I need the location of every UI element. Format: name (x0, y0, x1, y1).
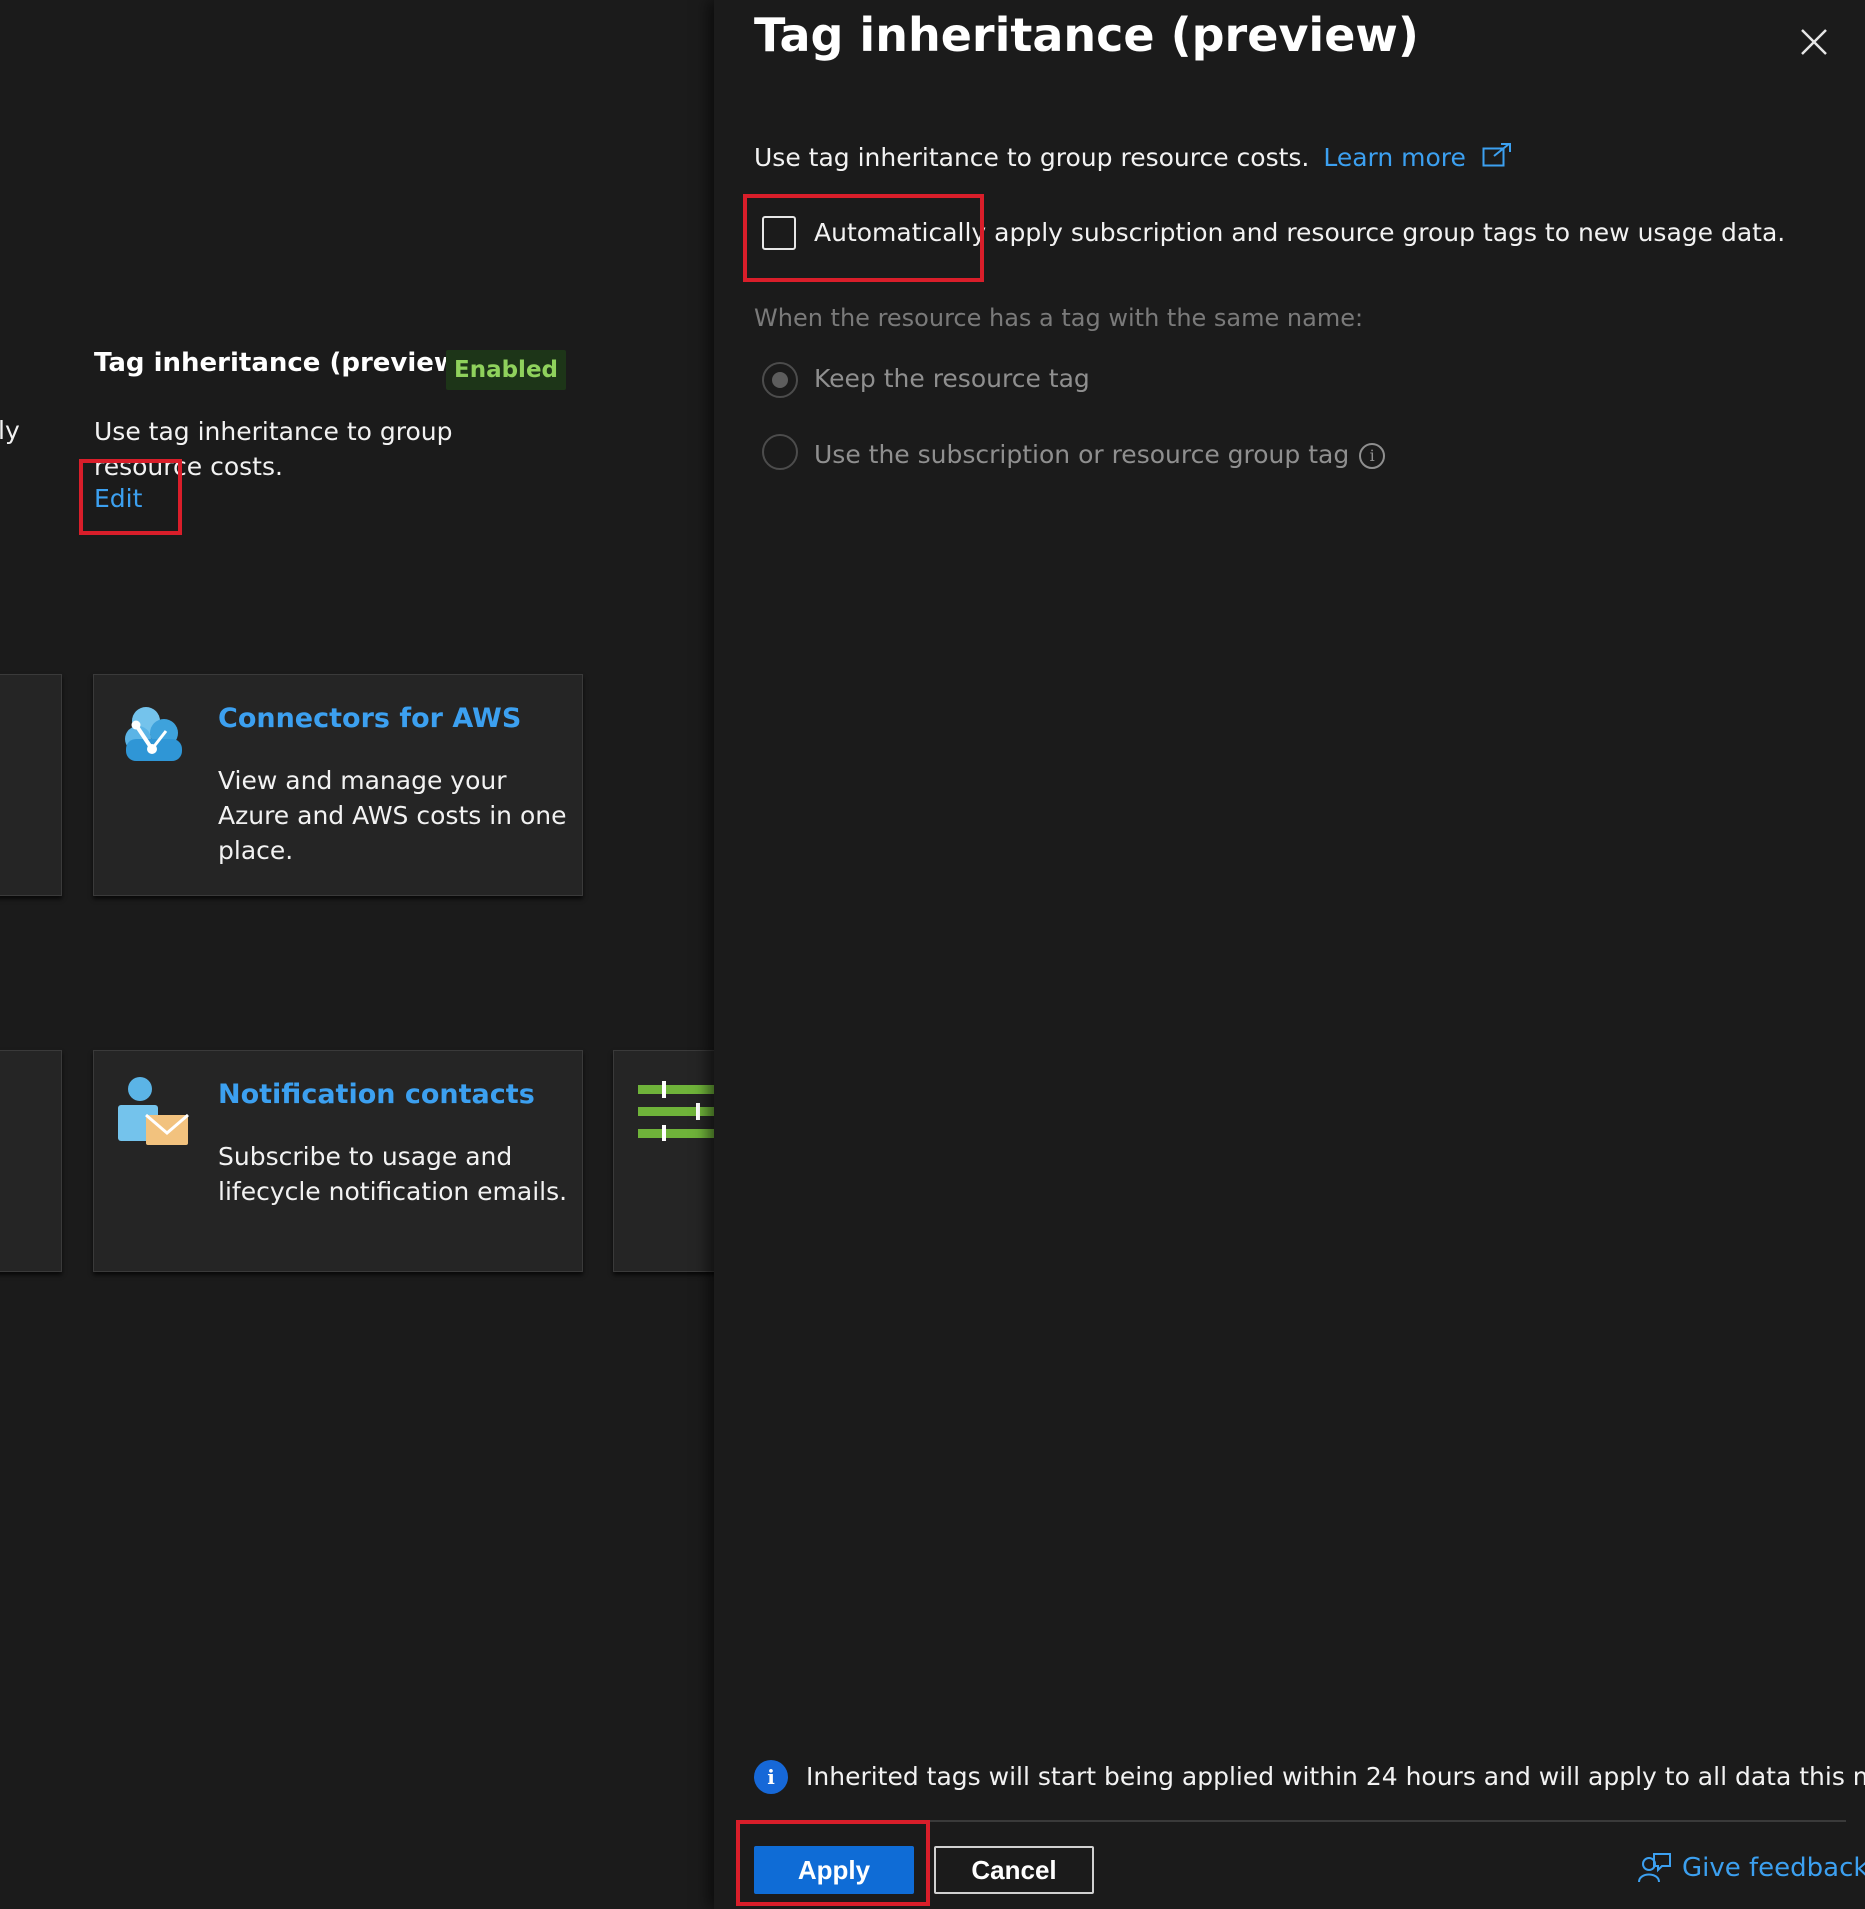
radio-label-row: Use the subscription or resource group t… (814, 440, 1386, 469)
notice-text: Inherited tags will start being applied … (806, 1762, 1865, 1791)
clipped-text-fragment: ly (0, 416, 20, 445)
card-connectors-aws[interactable]: Connectors for AWS View and manage your … (93, 674, 583, 896)
close-icon[interactable] (1794, 22, 1834, 62)
setting-title: Tag inheritance (preview) (94, 348, 470, 378)
auto-apply-label[interactable]: Automatically apply subscription and res… (814, 218, 1785, 247)
sliders-icon (638, 1081, 714, 1141)
cancel-button[interactable]: Cancel (934, 1846, 1094, 1894)
give-feedback-label: Give feedback (1682, 1853, 1865, 1883)
card-title[interactable]: Connectors for AWS (218, 703, 521, 734)
card-partial[interactable] (0, 674, 62, 896)
radio-label[interactable]: Keep the resource tag (814, 364, 1090, 393)
external-link-icon (1482, 143, 1511, 167)
intro-text: Use tag inheritance to group resource co… (754, 143, 1310, 172)
auto-apply-checkbox[interactable] (762, 216, 796, 250)
learn-more-link[interactable]: Learn more (1323, 143, 1512, 172)
radio-selected-dot (772, 372, 788, 388)
card-partial[interactable] (0, 1050, 62, 1272)
intro-row: Use tag inheritance to group resource co… (754, 142, 1512, 172)
card-partial-right[interactable] (613, 1050, 714, 1272)
info-icon[interactable]: i (1359, 443, 1386, 469)
card-description: View and manage your Azure and AWS costs… (218, 766, 567, 865)
info-icon: i (754, 1760, 788, 1794)
person-mail-icon (118, 1077, 189, 1145)
learn-more-label: Learn more (1323, 143, 1466, 172)
edit-link[interactable]: Edit (94, 484, 142, 513)
card-description: Subscribe to usage and lifecycle notific… (218, 1142, 568, 1206)
card-notification-contacts[interactable]: Notification contacts Subscribe to usage… (93, 1050, 583, 1272)
cloud-connector-icon (125, 707, 182, 761)
blade-title: Tag inheritance (preview) (754, 8, 1419, 62)
status-badge: Enabled (446, 350, 566, 390)
radio-keep-resource-tag[interactable] (762, 362, 798, 398)
tag-inheritance-blade: Tag inheritance (preview) Use tag inheri… (714, 0, 1865, 1909)
give-feedback-link[interactable]: Give feedback (1638, 1852, 1865, 1884)
setting-description: Use tag inheritance to group resource co… (94, 417, 453, 481)
feedback-icon (1638, 1853, 1671, 1883)
apply-button[interactable]: Apply (754, 1846, 914, 1894)
when-label: When the resource has a tag with the sam… (754, 304, 1364, 332)
card-title[interactable]: Notification contacts (218, 1079, 535, 1110)
background-page: ly ) ify ere Tag inheritance (preview) E… (0, 0, 714, 1909)
radio-use-subscription-tag[interactable] (762, 434, 798, 470)
footer-divider (754, 1820, 1846, 1822)
radio-label[interactable]: Use the subscription or resource group t… (814, 440, 1349, 469)
